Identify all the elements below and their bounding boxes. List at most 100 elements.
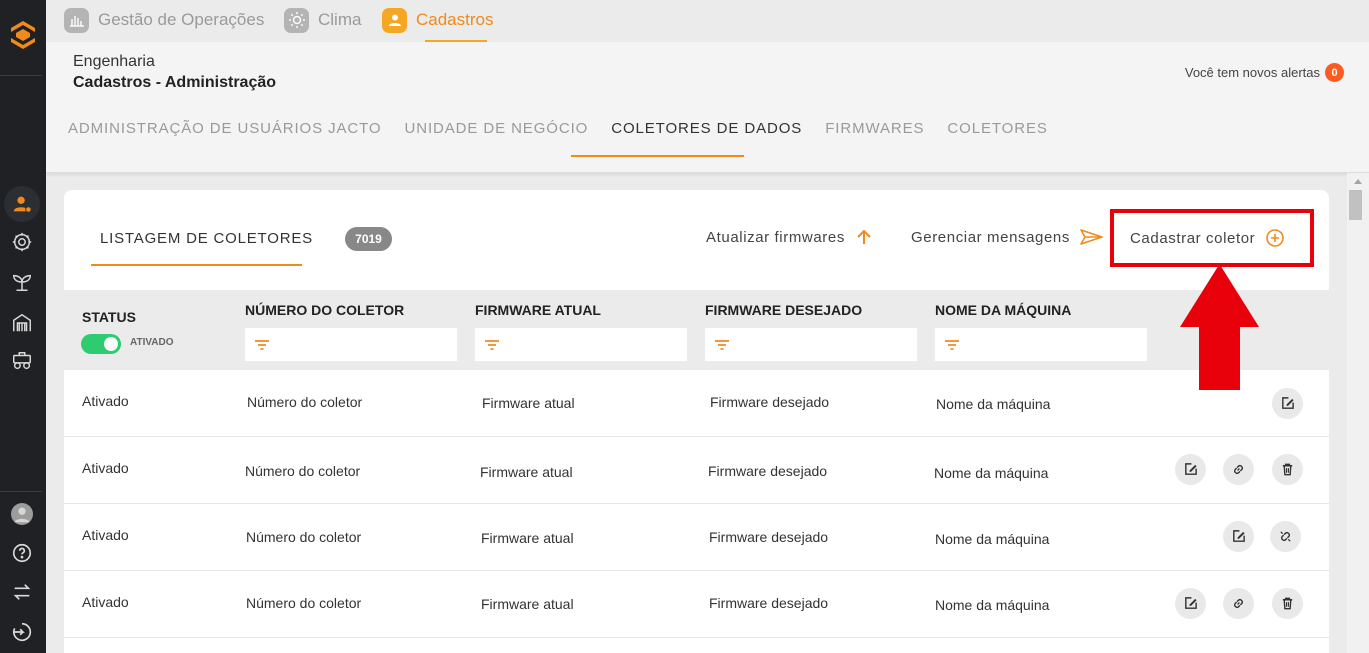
alerts-notice[interactable]: Você tem novos alertas 0	[1185, 63, 1344, 82]
tab-coletores-de-dados[interactable]: COLETORES DE DADOS	[611, 120, 802, 137]
cell-status: Ativado	[82, 460, 129, 476]
filter-icon	[485, 340, 499, 350]
logout-icon[interactable]	[8, 618, 36, 646]
trash-icon	[1282, 597, 1293, 610]
update-firmwares-button[interactable]: Atualizar firmwares	[706, 228, 873, 246]
cell-numero: Número do coletor	[245, 463, 361, 479]
send-icon	[1080, 229, 1103, 245]
edit-button[interactable]	[1175, 588, 1206, 619]
unlink-button[interactable]	[1270, 521, 1301, 552]
page-header: Engenharia Cadastros - Administração Voc…	[46, 42, 1369, 173]
cell-nome-maquina: Nome da máquina	[936, 396, 1051, 412]
breadcrumb: Engenharia	[73, 53, 155, 70]
delete-button[interactable]	[1272, 454, 1303, 485]
edit-button[interactable]	[1175, 454, 1206, 485]
app-tab-label: Gestão de Operações	[98, 10, 265, 29]
tractor-icon[interactable]	[8, 347, 36, 375]
collectors-count-badge: 7019	[345, 227, 392, 251]
firmware-atual-filter-input[interactable]	[475, 328, 687, 361]
sidebar-divider	[0, 491, 42, 492]
arrow-up-icon	[857, 229, 871, 244]
link-icon	[1234, 599, 1243, 608]
warehouse-icon[interactable]	[8, 309, 36, 337]
red-annotation-arrow	[1180, 264, 1259, 390]
tab-firmwares[interactable]: FIRMWARES	[825, 120, 924, 137]
column-header-firmware-desejado: FIRMWARE DESEJADO	[705, 302, 863, 318]
switch-arrows-icon[interactable]	[8, 578, 36, 606]
cell-firmware-desejado: Firmware desejado	[710, 394, 830, 410]
sun-icon	[284, 7, 309, 33]
collectors-card: LISTAGEM DE COLETORES 7019 Atualizar fir…	[64, 190, 1329, 653]
link-icon	[1234, 465, 1243, 474]
filter-icon	[255, 340, 269, 350]
cell-numero: Número do coletor	[247, 394, 363, 410]
building-chart-icon	[64, 7, 89, 33]
table-row: Ativado Número do coletor Firmware atual…	[64, 504, 1329, 571]
table-row: Ativado Número do coletor Firmware atual…	[64, 370, 1329, 437]
app-tab-label: Cadastros	[416, 10, 494, 29]
cell-firmware-atual: Firmware atual	[481, 530, 574, 546]
column-header-status: STATUS	[82, 309, 136, 325]
cell-firmware-desejado: Firmware desejado	[708, 463, 828, 479]
list-title-underline	[91, 264, 302, 266]
update-firmwares-label: Atualizar firmwares	[706, 228, 845, 246]
cell-firmware-desejado: Firmware desejado	[709, 595, 829, 611]
firmware-desejado-filter-input[interactable]	[705, 328, 917, 361]
cell-nome-maquina: Nome da máquina	[935, 531, 1050, 547]
link-button[interactable]	[1223, 588, 1254, 619]
app-tab-gestao[interactable]: Gestão de Operações	[64, 6, 264, 34]
tab-unidade-negocio[interactable]: UNIDADE DE NEGÓCIO	[405, 120, 589, 137]
alerts-count-badge: 0	[1325, 63, 1344, 82]
sub-tabs: ADMINISTRAÇÃO DE USUÁRIOS JACTO UNIDADE …	[68, 120, 1071, 137]
cell-firmware-atual: Firmware atual	[481, 596, 574, 612]
jacto-logo[interactable]	[6, 18, 40, 52]
delete-button[interactable]	[1272, 588, 1303, 619]
highlight-box	[1110, 209, 1314, 267]
tab-coletores[interactable]: COLETORES	[947, 120, 1047, 137]
manage-messages-label: Gerenciar mensagens	[911, 228, 1070, 246]
edit-icon	[1185, 463, 1197, 475]
status-toggle-label: ATIVADO	[130, 337, 174, 348]
cell-firmware-atual: Firmware atual	[482, 395, 575, 411]
avatar[interactable]	[8, 500, 36, 528]
cell-firmware-atual: Firmware atual	[480, 464, 573, 480]
edit-icon	[1282, 397, 1294, 409]
settings-gear-icon[interactable]	[8, 228, 36, 256]
left-sidebar	[0, 0, 46, 653]
alerts-text: Você tem novos alertas	[1184, 65, 1320, 80]
table-row: Ativado Número do coletor Firmware atual…	[64, 437, 1329, 504]
cell-nome-maquina: Nome da máquina	[934, 465, 1049, 481]
user-settings-icon[interactable]	[4, 186, 40, 222]
help-icon[interactable]	[8, 539, 36, 567]
nome-maquina-filter-input[interactable]	[935, 328, 1147, 361]
table-header: STATUS ATIVADO NÚMERO DO COLETOR FIRMWAR…	[64, 290, 1329, 370]
app-tab-clima[interactable]: Clima	[284, 6, 361, 34]
cell-status: Ativado	[82, 393, 129, 409]
column-header-firmware-atual: FIRMWARE ATUAL	[475, 302, 601, 318]
numero-filter-input[interactable]	[245, 328, 457, 361]
plant-icon[interactable]	[8, 268, 36, 296]
filter-icon	[945, 340, 959, 350]
list-title[interactable]: LISTAGEM DE COLETORES	[100, 230, 313, 247]
filter-icon	[715, 340, 729, 350]
scroll-up-arrow-icon[interactable]	[1354, 179, 1362, 184]
edit-button[interactable]	[1223, 521, 1254, 552]
cell-status: Ativado	[82, 594, 129, 610]
vertical-scrollbar[interactable]	[1347, 173, 1369, 653]
active-subtab-underline	[571, 155, 744, 157]
edit-button[interactable]	[1272, 388, 1303, 419]
user-icon	[382, 7, 407, 33]
cell-firmware-desejado: Firmware desejado	[709, 529, 829, 545]
app-tab-cadastros[interactable]: Cadastros	[382, 6, 493, 34]
edit-icon	[1185, 597, 1197, 609]
column-header-nome-maquina: NOME DA MÁQUINA	[935, 302, 1072, 318]
link-button[interactable]	[1223, 454, 1254, 485]
cell-numero: Número do coletor	[246, 595, 362, 611]
trash-icon	[1282, 463, 1293, 476]
cell-status: Ativado	[82, 527, 129, 543]
status-filter-toggle[interactable]	[81, 334, 121, 354]
tab-administracao-usuarios[interactable]: ADMINISTRAÇÃO DE USUÁRIOS JACTO	[68, 120, 382, 137]
cell-numero: Número do coletor	[246, 529, 362, 545]
scroll-thumb[interactable]	[1349, 190, 1362, 220]
manage-messages-button[interactable]: Gerenciar mensagens	[911, 228, 1104, 246]
